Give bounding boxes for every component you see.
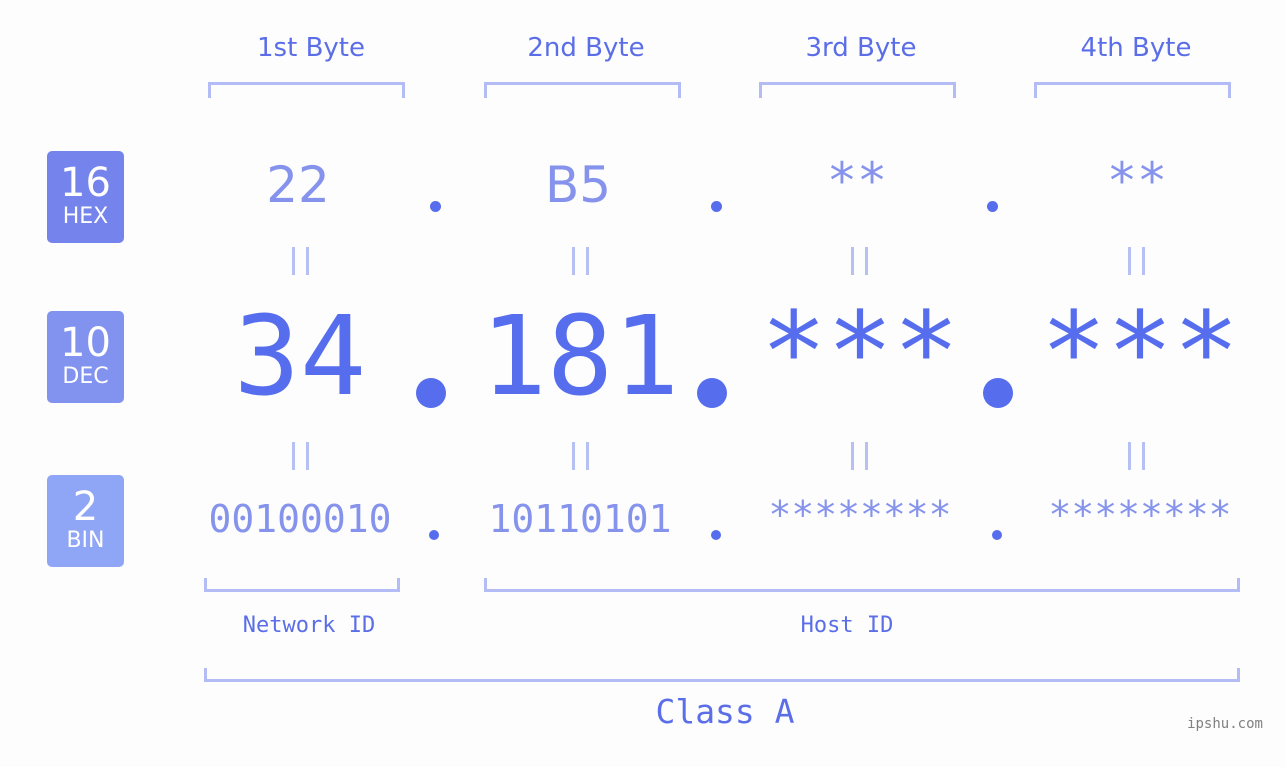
dec-value-4: *** — [1040, 288, 1240, 416]
dec-value-3: *** — [760, 288, 960, 416]
network-id-label: Network ID — [242, 613, 376, 638]
equals-icon — [1128, 442, 1145, 470]
hex-badge: 16 HEX — [47, 151, 124, 243]
hex-dot-3 — [987, 201, 998, 212]
class-bracket — [204, 668, 1240, 682]
byte-bracket-2 — [484, 82, 681, 98]
host-id-bracket — [484, 578, 1240, 592]
dec-dot-2 — [697, 378, 727, 408]
equals-icon — [851, 442, 868, 470]
byte-bracket-1 — [208, 82, 405, 98]
watermark: ipshu.com — [1187, 716, 1263, 732]
equals-icon — [292, 247, 309, 275]
bin-dot-1 — [429, 530, 439, 540]
byte-header-4: 4th Byte — [1080, 33, 1192, 63]
hex-value-3: ** — [826, 152, 888, 210]
byte-header-1: 1st Byte — [257, 33, 365, 63]
hex-value-4: ** — [1106, 152, 1168, 210]
equals-icon — [572, 247, 589, 275]
bin-badge: 2 BIN — [47, 475, 124, 567]
equals-icon — [851, 247, 868, 275]
class-label: Class A — [655, 692, 795, 731]
dec-dot-3 — [983, 378, 1013, 408]
dec-badge-label: DEC — [62, 364, 109, 389]
equals-icon — [292, 442, 309, 470]
byte-bracket-4 — [1034, 82, 1231, 98]
hex-badge-label: HEX — [62, 204, 109, 229]
bin-badge-label: BIN — [66, 528, 105, 553]
bin-value-2: 10110101 — [488, 497, 672, 541]
host-id-label: Host ID — [800, 613, 894, 638]
byte-bracket-3 — [759, 82, 956, 98]
dec-value-1: 34 — [233, 292, 367, 420]
bin-value-4: ******** — [1048, 493, 1232, 537]
network-id-bracket — [204, 578, 400, 592]
equals-icon — [1128, 247, 1145, 275]
bin-dot-3 — [992, 530, 1002, 540]
dec-badge: 10 DEC — [47, 311, 124, 403]
bin-dot-2 — [711, 530, 721, 540]
byte-header-2: 2nd Byte — [527, 33, 645, 63]
hex-dot-1 — [430, 201, 441, 212]
equals-icon — [572, 442, 589, 470]
dec-value-2: 181 — [480, 292, 680, 420]
dec-dot-1 — [416, 378, 446, 408]
hex-badge-number: 16 — [60, 160, 111, 206]
bin-badge-number: 2 — [72, 484, 99, 530]
byte-header-3: 3rd Byte — [805, 33, 917, 63]
hex-dot-2 — [711, 201, 722, 212]
bin-value-3: ******** — [768, 493, 952, 537]
hex-value-1: 22 — [266, 156, 330, 214]
bin-value-1: 00100010 — [208, 497, 392, 541]
hex-value-2: B5 — [544, 156, 612, 214]
dec-badge-number: 10 — [60, 320, 111, 366]
